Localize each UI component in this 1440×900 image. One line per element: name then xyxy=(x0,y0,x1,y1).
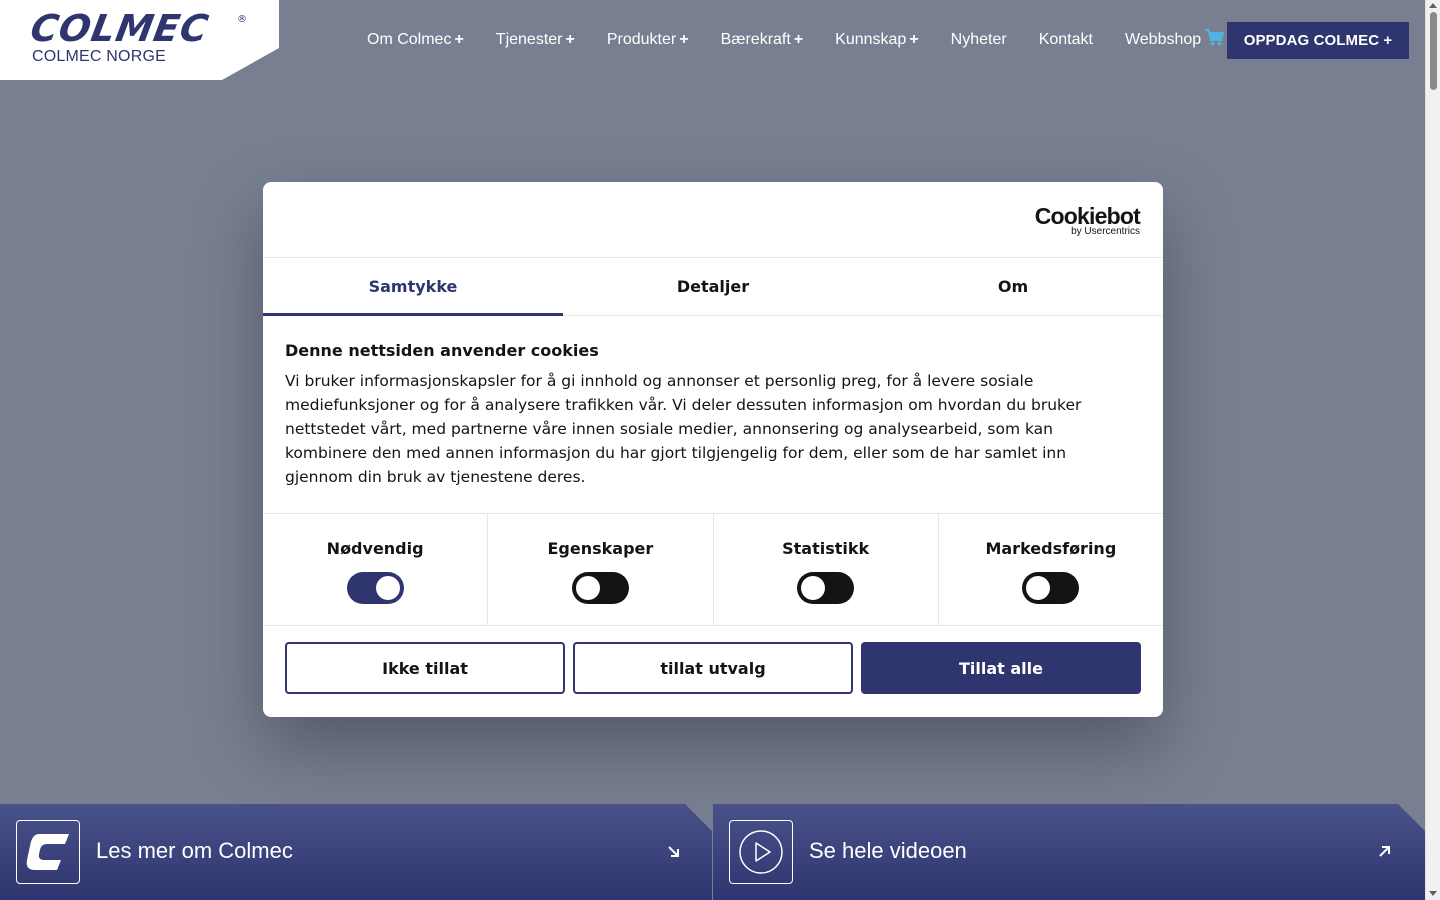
nav-label: Tjenester xyxy=(495,31,563,48)
scroll-up-icon[interactable] xyxy=(1429,3,1437,8)
nav-kunnskap[interactable]: Kunnskap + xyxy=(835,31,919,49)
toggle-preferences: Egenskaper xyxy=(488,514,714,625)
toggle-label: Markedsføring xyxy=(985,539,1117,558)
toggle-marketing: Markedsføring xyxy=(939,514,1163,625)
play-icon-box xyxy=(729,820,793,884)
tab-om[interactable]: Om xyxy=(863,258,1163,315)
page-scrollbar[interactable] xyxy=(1425,0,1440,900)
logo-container[interactable]: COLMEC ® COLMEC NORGE xyxy=(0,0,279,80)
nav-nyheter[interactable]: Nyheter xyxy=(951,31,1007,49)
toggle-statistics: Statistikk xyxy=(714,514,939,625)
nav-label: Nyheter xyxy=(950,31,1007,48)
switch-knob xyxy=(801,576,826,600)
nav-tjenester[interactable]: Tjenester + xyxy=(496,31,575,49)
scroll-down-icon[interactable] xyxy=(1429,891,1437,896)
toggle-label: Egenskaper xyxy=(547,539,654,558)
switch-knob xyxy=(1026,576,1051,600)
cookiebot-brand: Cookiebot xyxy=(1034,203,1141,229)
consent-toggles: Nødvendig Egenskaper Statistikk Markedsf… xyxy=(263,513,1163,626)
logo-wordmark: COLMEC xyxy=(27,7,213,50)
switch-knob xyxy=(375,576,400,600)
nav-label: Kunnskap xyxy=(835,31,907,48)
nav-label: Om Colmec xyxy=(367,31,452,48)
nav-webbshop[interactable]: Webbshop xyxy=(1124,29,1225,51)
dialog-tabs: Samtykke Detaljer Om xyxy=(263,258,1163,316)
nav-produkter[interactable]: Produkter + xyxy=(607,31,689,49)
cookiebot-logo: Cookiebot by Usercentrics xyxy=(1034,203,1141,237)
toggle-label: Nødvendig xyxy=(326,539,424,558)
nav-label: Bærekraft xyxy=(720,31,791,48)
logo-registered-mark: ® xyxy=(237,14,247,25)
plus-icon: + xyxy=(679,31,689,48)
toggle-label: Statistikk xyxy=(782,539,870,558)
arrow-up-right-icon xyxy=(1375,842,1395,862)
discover-colmec-button[interactable]: OPPDAG COLMEC + xyxy=(1227,22,1409,59)
colmec-c-icon xyxy=(16,820,80,884)
necessary-switch[interactable] xyxy=(346,572,404,604)
nav-kontakt[interactable]: Kontakt xyxy=(1039,31,1093,49)
plus-icon: + xyxy=(565,31,575,48)
play-icon xyxy=(739,830,783,874)
switch-knob xyxy=(575,576,600,600)
preferences-switch[interactable] xyxy=(571,572,629,604)
deny-button[interactable]: Ikke tillat xyxy=(285,642,565,694)
tab-detaljer[interactable]: Detaljer xyxy=(563,258,863,315)
plus-icon: + xyxy=(454,31,464,48)
nav-baerekraft[interactable]: Bærekraft + xyxy=(721,31,804,49)
scroll-thumb[interactable] xyxy=(1430,12,1437,90)
toggle-necessary: Nødvendig xyxy=(263,514,489,625)
dialog-title: Denne nettsiden anvender cookies xyxy=(285,341,599,360)
read-more-label: Les mer om Colmec xyxy=(96,838,293,863)
logo-subtitle: COLMEC NORGE xyxy=(32,48,166,65)
statistics-switch[interactable] xyxy=(797,572,855,604)
allow-selection-button[interactable]: tillat utvalg xyxy=(573,642,853,694)
nav-label: Webbshop xyxy=(1124,31,1202,48)
marketing-switch[interactable] xyxy=(1022,572,1080,604)
dialog-buttons: Ikke tillat tillat utvalg Tillat alle xyxy=(285,642,1141,694)
arrow-down-right-icon xyxy=(664,842,684,862)
plus-icon: + xyxy=(793,31,804,48)
allow-all-button[interactable]: Tillat alle xyxy=(861,642,1141,694)
nav-label: Produkter xyxy=(606,31,677,48)
read-more-bar[interactable]: Les mer om Colmec xyxy=(0,804,712,900)
dialog-body-text: Vi bruker informasjonskapsler for å gi i… xyxy=(285,372,1082,486)
watch-video-bar[interactable]: Se hele videoen xyxy=(713,804,1425,900)
watch-video-label: Se hele videoen xyxy=(809,838,967,863)
nav-om-colmec[interactable]: Om Colmec + xyxy=(367,31,464,49)
main-nav: Om Colmec + Tjenester + Produkter + Bærekra… xyxy=(352,0,1256,80)
plus-icon: + xyxy=(909,31,919,48)
cookie-consent-dialog: Cookiebot by Usercentrics Samtykke Detal… xyxy=(263,182,1163,717)
tab-samtykke[interactable]: Samtykke xyxy=(263,258,563,316)
cart-icon xyxy=(1205,29,1225,51)
nav-label: Kontakt xyxy=(1038,31,1093,48)
